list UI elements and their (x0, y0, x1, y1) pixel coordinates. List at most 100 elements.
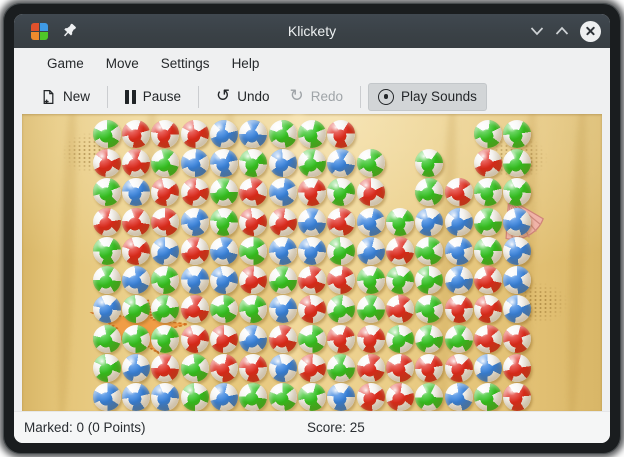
ball-red[interactable] (327, 208, 355, 236)
ball-green[interactable] (327, 354, 355, 382)
ball-green[interactable] (269, 120, 297, 148)
ball-blue[interactable] (503, 295, 531, 323)
ball-red[interactable] (474, 266, 502, 294)
ball-red[interactable] (357, 354, 385, 382)
ball-red[interactable] (269, 208, 297, 236)
ball-blue[interactable] (122, 178, 150, 206)
ball-blue[interactable] (445, 208, 473, 236)
redo-button[interactable]: Redo (280, 83, 354, 110)
ball-red[interactable] (181, 237, 209, 265)
menu-game[interactable]: Game (36, 52, 95, 75)
ball-blue[interactable] (122, 266, 150, 294)
ball-green[interactable] (298, 383, 326, 411)
ball-green[interactable] (415, 325, 443, 353)
ball-green[interactable] (298, 149, 326, 177)
chevron-up-icon[interactable] (555, 26, 569, 36)
ball-red[interactable] (122, 120, 150, 148)
ball-green[interactable] (151, 266, 179, 294)
ball-green[interactable] (445, 325, 473, 353)
pushpin-icon[interactable] (61, 23, 77, 39)
ball-green[interactable] (151, 295, 179, 323)
ball-blue[interactable] (210, 383, 238, 411)
ball-red[interactable] (239, 354, 267, 382)
ball-red[interactable] (357, 383, 385, 411)
ball-green[interactable] (210, 208, 238, 236)
ball-green[interactable] (269, 383, 297, 411)
ball-red[interactable] (239, 208, 267, 236)
ball-green[interactable] (122, 325, 150, 353)
ball-blue[interactable] (210, 266, 238, 294)
ball-red[interactable] (181, 295, 209, 323)
ball-red[interactable] (151, 178, 179, 206)
ball-blue[interactable] (298, 237, 326, 265)
ball-green[interactable] (298, 120, 326, 148)
ball-green[interactable] (474, 120, 502, 148)
ball-green[interactable] (93, 120, 121, 148)
ball-green[interactable] (93, 237, 121, 265)
ball-blue[interactable] (93, 295, 121, 323)
ball-red[interactable] (93, 208, 121, 236)
ball-green[interactable] (474, 383, 502, 411)
ball-red[interactable] (181, 120, 209, 148)
ball-green[interactable] (503, 178, 531, 206)
ball-red[interactable] (269, 325, 297, 353)
ball-green[interactable] (298, 325, 326, 353)
ball-green[interactable] (93, 354, 121, 382)
ball-green[interactable] (93, 325, 121, 353)
ball-green[interactable] (415, 178, 443, 206)
ball-blue[interactable] (93, 383, 121, 411)
ball-blue[interactable] (474, 354, 502, 382)
ball-green[interactable] (181, 383, 209, 411)
ball-red[interactable] (298, 266, 326, 294)
ball-green[interactable] (93, 178, 121, 206)
ball-blue[interactable] (210, 149, 238, 177)
ball-green[interactable] (474, 208, 502, 236)
close-icon[interactable] (580, 21, 601, 42)
menu-settings[interactable]: Settings (150, 52, 221, 75)
ball-green[interactable] (357, 266, 385, 294)
ball-red[interactable] (210, 325, 238, 353)
ball-red[interactable] (474, 295, 502, 323)
ball-red[interactable] (327, 120, 355, 148)
ball-blue[interactable] (445, 237, 473, 265)
ball-red[interactable] (122, 208, 150, 236)
ball-green[interactable] (474, 237, 502, 265)
ball-green[interactable] (503, 149, 531, 177)
ball-green[interactable] (386, 208, 414, 236)
ball-red[interactable] (445, 295, 473, 323)
ball-red[interactable] (386, 237, 414, 265)
ball-red[interactable] (151, 354, 179, 382)
ball-blue[interactable] (239, 120, 267, 148)
ball-green[interactable] (357, 149, 385, 177)
ball-red[interactable] (386, 383, 414, 411)
ball-green[interactable] (239, 237, 267, 265)
ball-green[interactable] (210, 178, 238, 206)
ball-blue[interactable] (327, 383, 355, 411)
ball-red[interactable] (474, 149, 502, 177)
chevron-down-icon[interactable] (530, 26, 544, 36)
undo-button[interactable]: Undo (206, 83, 280, 110)
ball-blue[interactable] (269, 237, 297, 265)
ball-blue[interactable] (181, 266, 209, 294)
ball-red[interactable] (151, 208, 179, 236)
ball-green[interactable] (415, 237, 443, 265)
ball-blue[interactable] (298, 208, 326, 236)
ball-red[interactable] (503, 325, 531, 353)
ball-blue[interactable] (151, 237, 179, 265)
ball-red[interactable] (386, 354, 414, 382)
ball-red[interactable] (181, 325, 209, 353)
menu-move[interactable]: Move (95, 52, 150, 75)
ball-red[interactable] (239, 266, 267, 294)
ball-red[interactable] (357, 178, 385, 206)
ball-green[interactable] (181, 354, 209, 382)
ball-blue[interactable] (503, 237, 531, 265)
ball-green[interactable] (93, 266, 121, 294)
ball-red[interactable] (298, 295, 326, 323)
ball-green[interactable] (239, 149, 267, 177)
ball-red[interactable] (122, 149, 150, 177)
ball-blue[interactable] (269, 354, 297, 382)
play-sounds-button[interactable]: Play Sounds (368, 83, 487, 111)
ball-green[interactable] (239, 383, 267, 411)
ball-blue[interactable] (210, 120, 238, 148)
ball-blue[interactable] (503, 266, 531, 294)
